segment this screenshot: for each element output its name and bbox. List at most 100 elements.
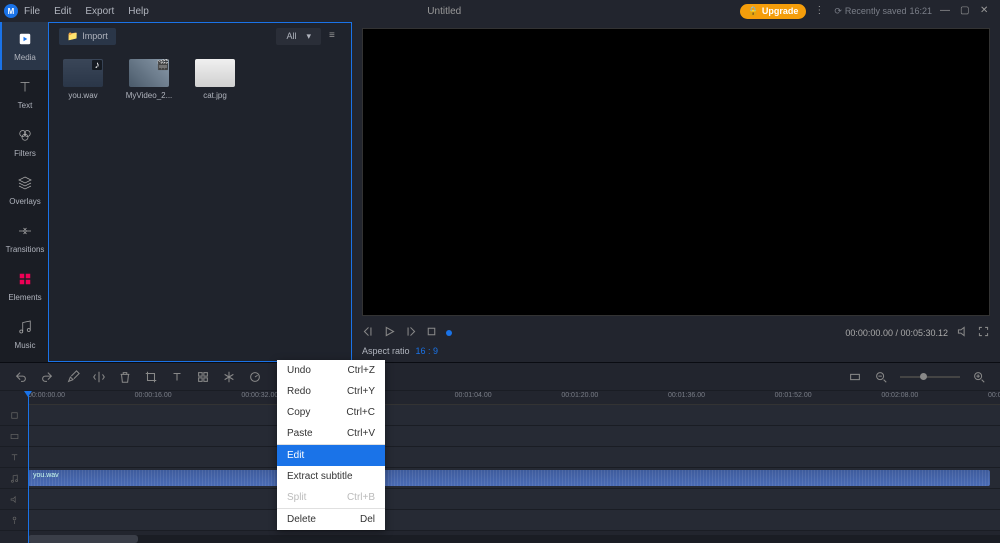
ctx-redo[interactable]: RedoCtrl+Y [277,381,385,402]
timeline-toolbar [0,363,1000,391]
side-tab-text[interactable]: Text [0,70,48,118]
track-body[interactable] [28,489,1000,509]
fullscreen-icon[interactable] [977,325,990,341]
ctx-shortcut: Ctrl+B [347,492,375,503]
zoom-out-icon[interactable] [874,370,888,384]
media-item[interactable]: ♪you.wav [59,59,107,100]
side-tab-label: Text [18,101,33,110]
ctx-undo[interactable]: Undo Ctrl+Z [277,360,385,381]
ruler-tick: 00:02:08.00 [881,392,918,399]
video-viewport[interactable] [362,28,990,316]
music-icon [16,318,34,338]
next-frame-button[interactable] [404,325,417,341]
voice-track-head[interactable] [0,510,28,530]
side-tab-music[interactable]: Music [0,310,48,358]
split-icon[interactable] [92,370,106,384]
track-body[interactable] [28,447,1000,467]
ctx-edit[interactable]: Edit [277,444,385,466]
preview-panel: 00:00:00.00 / 00:05:30.12 Aspect ratio 1… [352,22,1000,362]
audio-track-head[interactable] [0,468,28,488]
timeline: 00:00:00.0000:00:16.0000:00:32.0000:00:4… [0,362,1000,543]
crop-icon[interactable] [144,370,158,384]
ctx-paste[interactable]: Paste Ctrl+V [277,423,385,444]
track-body[interactable] [28,510,1000,530]
import-button[interactable]: 📁 Import [59,28,116,45]
sort-icon[interactable]: ≡ [329,30,341,42]
redo-icon[interactable] [40,370,54,384]
chevron-down-icon: ▾ [306,31,311,42]
side-tab-label: Music [15,341,36,350]
playhead[interactable] [28,391,29,543]
side-tab-overlays[interactable]: Overlays [0,166,48,214]
sound-track-head[interactable] [0,489,28,509]
volume-icon[interactable] [956,325,969,341]
marker-dot [446,330,452,336]
context-menu: Undo Ctrl+Z RedoCtrl+YCopyCtrl+C Paste Ctrl+… [277,360,385,530]
media-item[interactable]: 🎬MyVideo_2... [125,59,173,100]
speed-icon[interactable] [248,370,262,384]
ctx-extract-subtitle[interactable]: Extract subtitle [277,466,385,487]
stop-button[interactable] [425,325,438,341]
text-track-head[interactable] [0,447,28,467]
media-filter-dropdown[interactable]: All ▾ [276,28,321,45]
ctx-label: Delete [287,514,316,525]
freeze-icon[interactable] [222,370,236,384]
ctx-shortcut: Ctrl+Z [348,365,376,376]
document-title: Untitled [149,6,740,17]
clock-icon: ⟳ [834,6,842,17]
ctx-label: Paste [287,428,313,439]
side-tab-media[interactable]: Media [0,22,48,70]
track-body[interactable] [28,405,1000,425]
play-button[interactable] [383,325,396,341]
media-item-name: MyVideo_2... [126,91,173,100]
folder-icon: 📁 [67,31,78,42]
track-body[interactable] [28,426,1000,446]
minimize-icon[interactable]: — [940,5,952,17]
h-scrollbar[interactable] [28,535,1000,543]
track-row [0,426,1000,447]
lock-icon: 🔒 [748,6,759,17]
audio-clip[interactable]: you.wav [28,470,990,486]
side-tab-filters[interactable]: Filters [0,118,48,166]
side-tab-transitions[interactable]: Transitions [0,214,48,262]
media-grid: ♪you.wav 🎬MyVideo_2... cat.jpg [49,49,351,110]
more-icon[interactable]: ⋮ [814,5,826,17]
upgrade-button[interactable]: 🔒 Upgrade [740,4,807,19]
filters-icon [16,126,34,146]
media-item[interactable]: cat.jpg [191,59,239,100]
maximize-icon[interactable]: ▢ [960,5,972,17]
mosaic-icon[interactable] [196,370,210,384]
ctx-label: Undo [287,365,311,376]
pip-track-head[interactable] [0,405,28,425]
close-icon[interactable]: ✕ [980,5,992,17]
track-row: you.wav [0,468,1000,489]
edit-icon[interactable] [66,370,80,384]
aspect-value[interactable]: 16 : 9 [416,346,439,356]
track-body[interactable]: you.wav [28,468,1000,488]
delete-icon[interactable] [118,370,132,384]
ctx-label: Split [287,492,306,503]
side-tab-elements[interactable]: Elements [0,262,48,310]
zoom-slider[interactable] [900,376,960,378]
track-row [0,405,1000,426]
saved-label: Recently saved [845,6,907,16]
zoom-in-icon[interactable] [972,370,986,384]
ctx-copy[interactable]: CopyCtrl+C [277,402,385,423]
menu-file[interactable]: File [24,6,40,17]
text-icon[interactable] [170,370,184,384]
fit-icon[interactable] [848,370,862,384]
undo-icon[interactable] [14,370,28,384]
menu-edit[interactable]: Edit [54,6,71,17]
menu-help[interactable]: Help [128,6,149,17]
ruler-tick: 00:01:36.00 [668,392,705,399]
video-track-head[interactable] [0,426,28,446]
prev-frame-button[interactable] [362,325,375,341]
ruler-tick: 00:01:52.00 [775,392,812,399]
ctx-shortcut: Ctrl+V [347,428,375,439]
side-tab-label: Media [14,53,36,62]
menu-export[interactable]: Export [85,6,114,17]
top-menus: File Edit Export Help [24,6,149,17]
ctx-shortcut: Ctrl+C [346,407,375,418]
ctx-delete[interactable]: DeleteDel [277,508,385,530]
time-ruler[interactable]: 00:00:00.0000:00:16.0000:00:32.0000:00:4… [28,391,1000,405]
